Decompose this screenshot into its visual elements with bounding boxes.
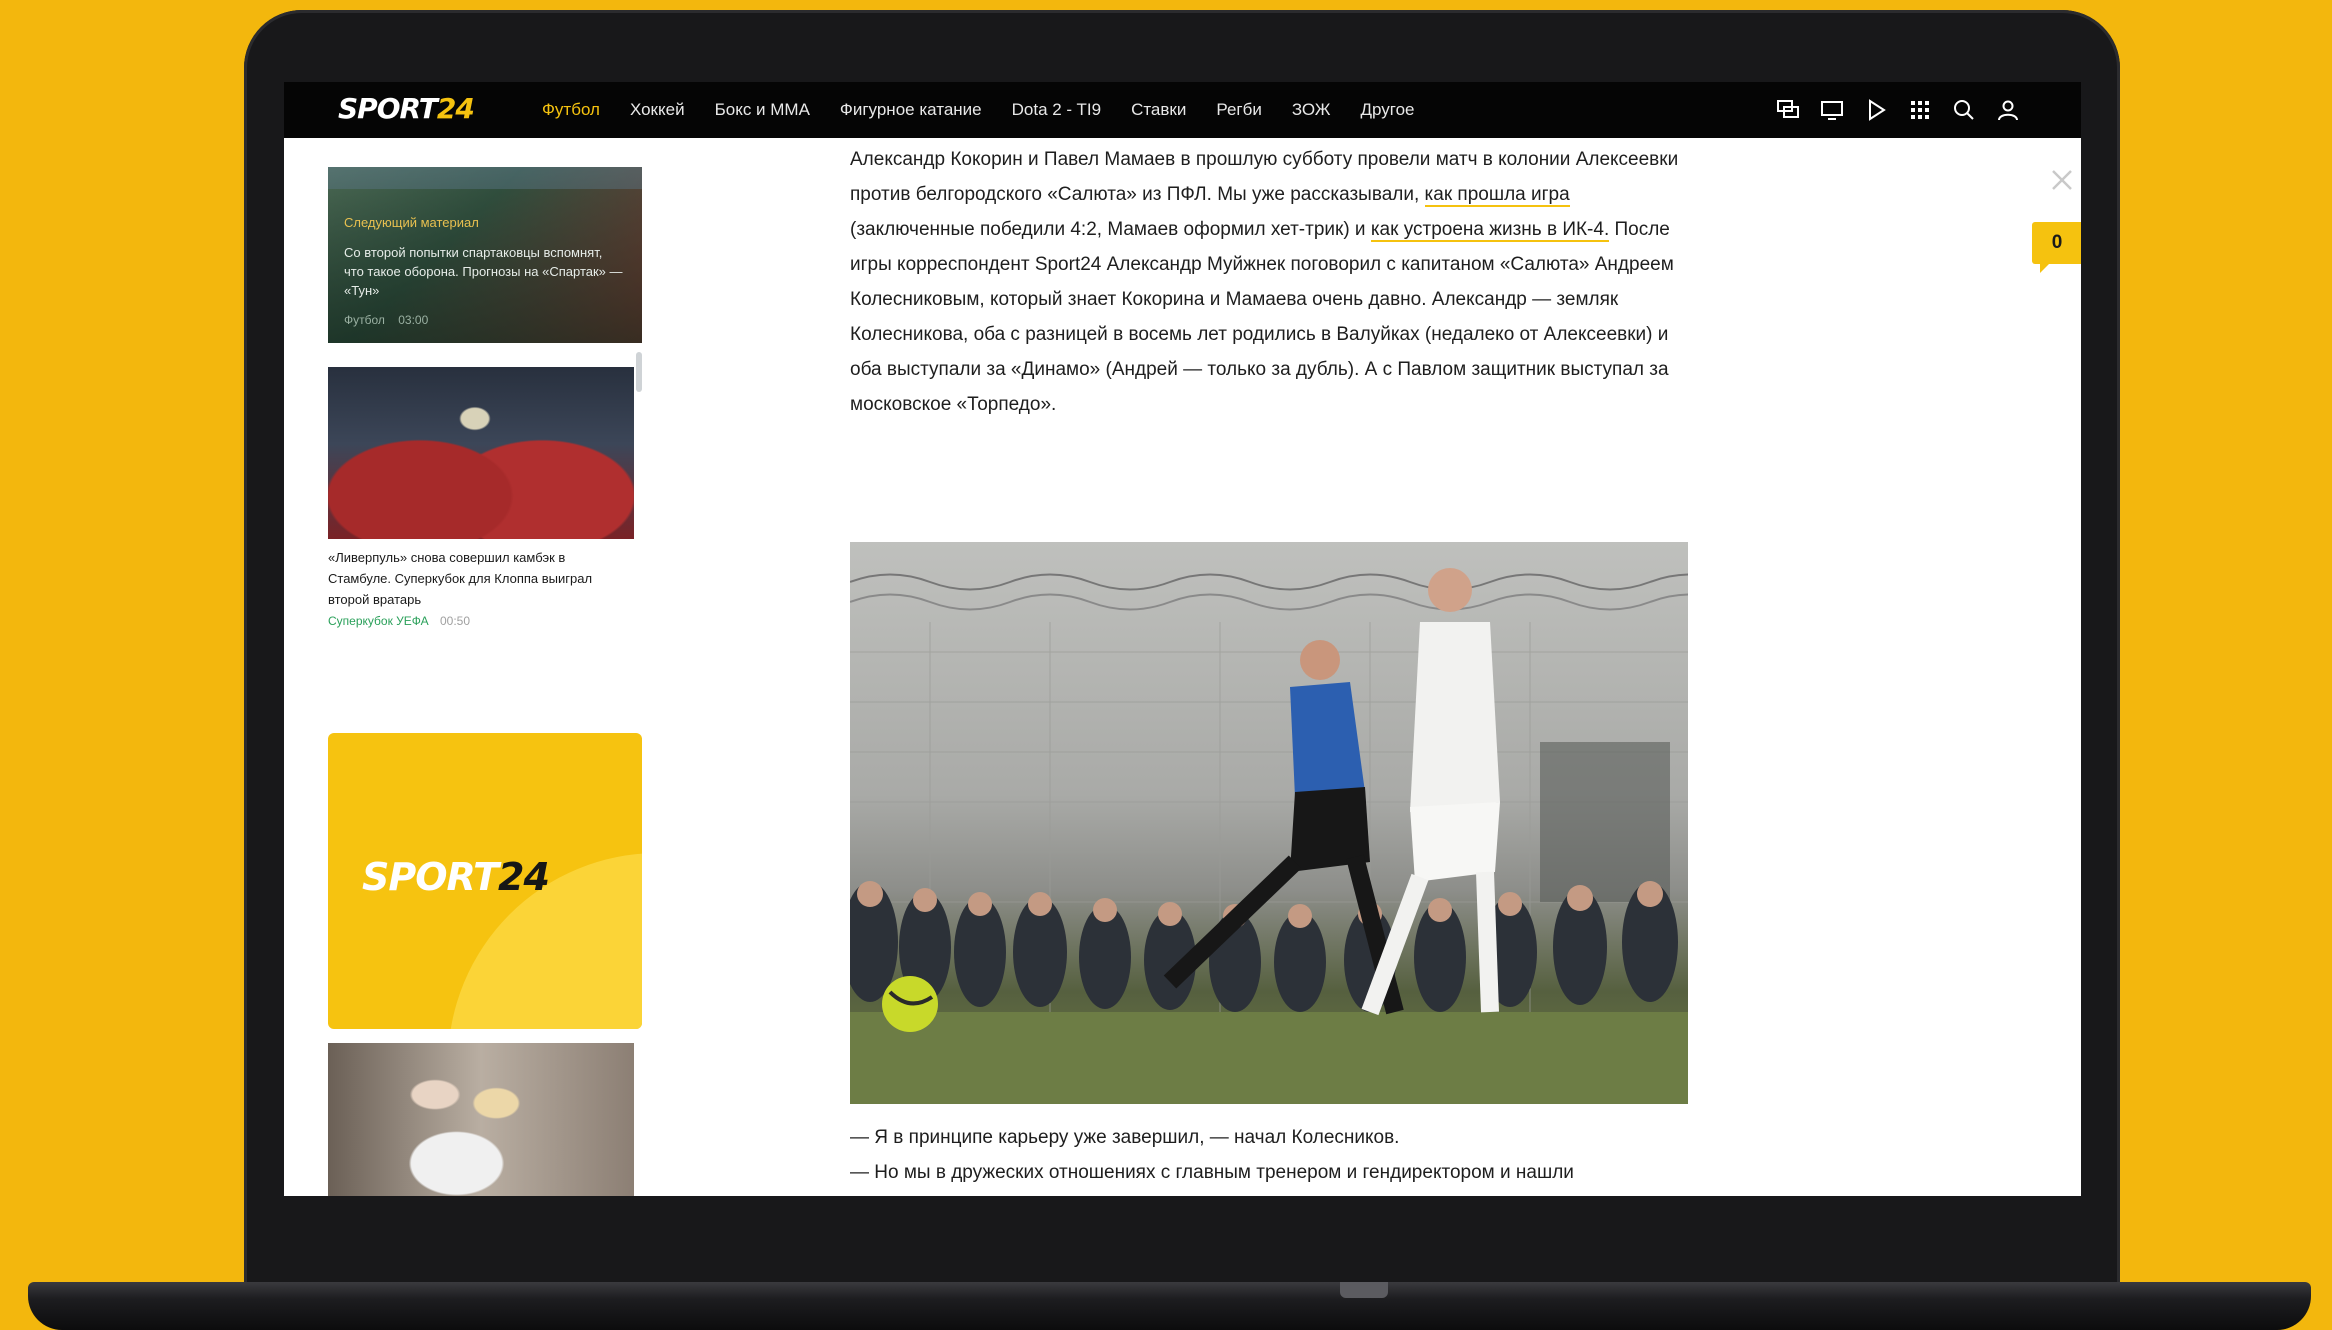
multiscreen-icon[interactable] <box>1775 97 1801 123</box>
nav-link-boxing-mma[interactable]: Бокс и ММА <box>715 100 810 120</box>
tv-icon[interactable] <box>1819 97 1845 123</box>
site-logo[interactable]: SPORT24 <box>338 92 475 125</box>
nav-link-rugby[interactable]: Регби <box>1216 100 1261 120</box>
paragraph-text-2: (заключенные победили 4:2, Мамаев оформи… <box>850 219 1371 240</box>
sidebar-scrollbar[interactable] <box>636 352 642 392</box>
nav-link-other[interactable]: Другое <box>1360 100 1414 120</box>
logo-number: 24 <box>436 92 475 125</box>
next-article-label: Следующий материал <box>344 215 479 230</box>
liverpool-trophy-photo[interactable] <box>328 367 634 539</box>
paragraph-text-3: После игры корреспондент Sport24 Алексан… <box>850 219 1674 415</box>
nav-link-figure-skating[interactable]: Фигурное катание <box>840 100 982 120</box>
article-match-photo <box>850 542 1688 1104</box>
liverpool-article-time: 00:50 <box>440 614 471 628</box>
search-icon[interactable] <box>1951 97 1977 123</box>
liverpool-article-tag[interactable]: Суперкубок УЕФА <box>328 614 429 628</box>
close-icon <box>2052 170 2072 190</box>
family-photo[interactable] <box>328 1043 634 1196</box>
nav-link-healthy-lifestyle[interactable]: ЗОЖ <box>1292 100 1331 120</box>
next-article-time: 03:00 <box>398 313 429 327</box>
next-article-tag: Футбол <box>344 313 385 327</box>
article-body: Александр Кокорин и Павел Мамаев в прошл… <box>850 142 1690 1183</box>
laptop-base <box>28 1282 2311 1330</box>
liverpool-article-meta: Суперкубок УЕФА 00:50 <box>328 614 470 628</box>
comments-count: 0 <box>2051 232 2063 253</box>
article-paragraph: Александр Кокорин и Павел Мамаев в прошл… <box>850 142 1690 422</box>
next-article-card[interactable]: Следующий материал Со второй попытки спа… <box>328 167 642 343</box>
next-article-title: Со второй попытки спартаковцы вспомнят, … <box>344 245 623 298</box>
nav-link-bets[interactable]: Ставки <box>1131 100 1186 120</box>
laptop-notch <box>1340 1282 1388 1298</box>
promo-logo-text: SPORT <box>362 855 499 899</box>
browser-screen: SPORT24 Футбол Хоккей Бокс и ММА Фигурно… <box>284 82 2081 1196</box>
link-life-in-colony[interactable]: как устроена жизнь в ИК-4. <box>1370 219 1610 242</box>
logo-text: SPORT <box>338 92 438 125</box>
next-article-meta: Футбол 03:00 <box>344 313 428 327</box>
sport24-promo-tile[interactable]: SPORT24 <box>328 733 642 1029</box>
apps-grid-icon[interactable] <box>1907 97 1933 123</box>
close-button[interactable] <box>2048 166 2076 194</box>
nav-link-hockey[interactable]: Хоккей <box>630 100 685 120</box>
user-icon[interactable] <box>1995 97 2021 123</box>
promo-logo-number: 24 <box>498 855 550 899</box>
quote-line-1: — Я в принципе карьеру уже завершил, — н… <box>850 1127 1400 1148</box>
play-icon[interactable] <box>1863 97 1889 123</box>
match-photo-illustration <box>850 568 1688 1104</box>
link-how-game-went[interactable]: как прошла игра <box>1424 184 1570 207</box>
liverpool-article-title[interactable]: «Ливерпуль» снова совершил камбэк в Стам… <box>328 547 628 610</box>
nav-icons <box>1775 82 2021 138</box>
promo-logo: SPORT24 <box>362 855 550 899</box>
top-navigation: SPORT24 Футбол Хоккей Бокс и ММА Фигурно… <box>284 82 2081 138</box>
quote-line-2: — Но мы в дружеских отношениях с главным… <box>850 1162 1574 1183</box>
comments-count-badge[interactable]: 0 <box>2032 222 2081 273</box>
nav-link-football[interactable]: Футбол <box>542 100 600 120</box>
nav-link-dota[interactable]: Dota 2 - TI9 <box>1012 100 1101 120</box>
nav-links: Футбол Хоккей Бокс и ММА Фигурное катани… <box>542 82 1444 138</box>
